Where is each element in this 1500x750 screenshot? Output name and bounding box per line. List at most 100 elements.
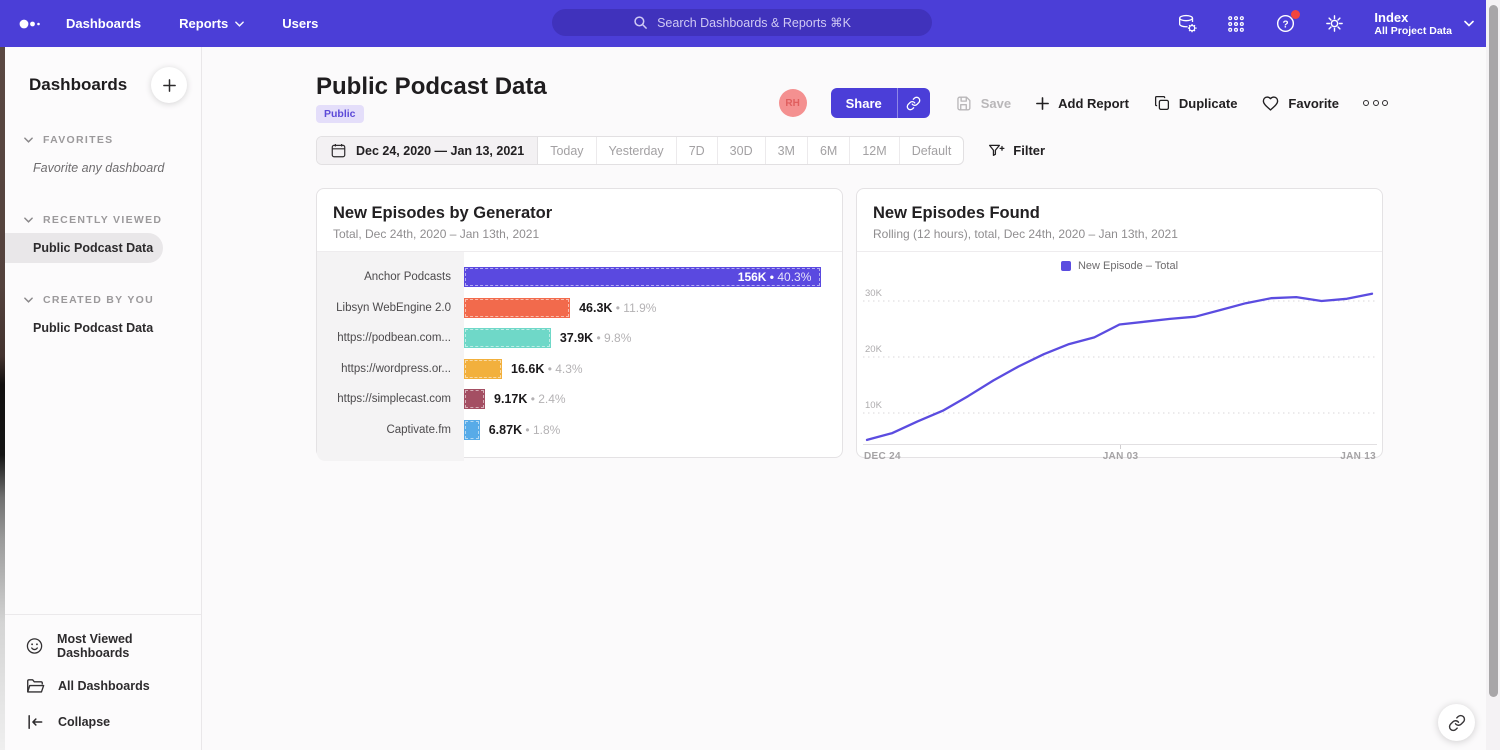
date-preset-today[interactable]: Today bbox=[538, 137, 596, 164]
bar-value-label: 9.17K • 2.4% bbox=[494, 384, 566, 415]
sidebar-item-most-viewed[interactable]: Most Viewed Dashboards bbox=[5, 624, 201, 668]
sidebar-section-label: CREATED BY YOU bbox=[43, 294, 154, 306]
bar-segment[interactable] bbox=[464, 359, 502, 379]
card-subtitle: Rolling (12 hours), total, Dec 24th, 202… bbox=[873, 227, 1366, 241]
card-new-episodes-found: New Episodes Found Rolling (12 hours), t… bbox=[856, 188, 1383, 458]
chevron-down-icon bbox=[24, 297, 33, 303]
sidebar-item[interactable]: Public Podcast Data bbox=[5, 233, 163, 263]
settings-button[interactable] bbox=[1323, 13, 1345, 35]
sidebar-collapse-button[interactable]: Collapse bbox=[5, 704, 201, 740]
bar-pct: 4.3% bbox=[555, 362, 582, 376]
share-link-button[interactable] bbox=[897, 88, 930, 118]
bar-value-label: 156K • 40.3% bbox=[738, 267, 812, 287]
more-options-button[interactable] bbox=[1363, 100, 1388, 106]
x-tick-mark bbox=[1120, 445, 1121, 449]
bar-category-label: https://podbean.com... bbox=[317, 332, 464, 344]
save-button[interactable]: Save bbox=[954, 94, 1011, 113]
bar-value-label: 16.6K • 4.3% bbox=[511, 354, 583, 385]
bar-row: Anchor Podcasts156K • 40.3% bbox=[317, 262, 842, 293]
nav-item-dashboards[interactable]: Dashboards bbox=[66, 16, 141, 31]
bar-area: 37.9K • 9.8% bbox=[464, 323, 842, 354]
bar-pct: 2.4% bbox=[538, 392, 565, 406]
y-tick-label: 10K bbox=[865, 400, 883, 411]
topbar-nav: Dashboards Reports Users bbox=[66, 16, 318, 31]
sidebar-item-all-dashboards[interactable]: All Dashboards bbox=[5, 668, 201, 704]
line-series bbox=[867, 294, 1372, 440]
bar-area: 16.6K • 4.3% bbox=[464, 354, 842, 385]
project-selector[interactable]: Index All Project Data bbox=[1374, 10, 1474, 38]
copy-link-fab[interactable] bbox=[1438, 704, 1475, 741]
sidebar-footer-label: Most Viewed Dashboards bbox=[57, 632, 201, 660]
separator: • bbox=[527, 392, 538, 406]
bar-row: https://wordpress.or... 16.6K • 4.3% bbox=[317, 354, 842, 385]
date-preset-7d[interactable]: 7D bbox=[677, 137, 718, 164]
save-icon bbox=[954, 94, 973, 113]
bar-value: 6.87K bbox=[489, 423, 522, 437]
bar-segment[interactable] bbox=[464, 298, 570, 318]
chevron-down-icon bbox=[235, 21, 244, 27]
bar-value-label: 46.3K • 11.9% bbox=[579, 293, 656, 324]
date-range-button[interactable]: Dec 24, 2020 — Jan 13, 2021 bbox=[317, 137, 538, 164]
bar-value: 37.9K bbox=[560, 331, 593, 345]
folder-icon bbox=[25, 676, 45, 696]
search-icon bbox=[633, 15, 648, 30]
bar-segment[interactable] bbox=[464, 389, 485, 409]
search-input[interactable]: Search Dashboards & Reports ⌘K bbox=[552, 9, 932, 36]
bar-category-label: https://wordpress.or... bbox=[317, 363, 464, 375]
scrollbar-track[interactable] bbox=[1486, 0, 1500, 750]
app-logo-icon[interactable] bbox=[18, 17, 58, 31]
nav-item-label: Reports bbox=[179, 16, 228, 31]
separator: • bbox=[544, 362, 555, 376]
add-report-button[interactable]: Add Report bbox=[1035, 96, 1129, 111]
date-preset-3m[interactable]: 3M bbox=[766, 137, 808, 164]
bar-segment[interactable]: 156K • 40.3% bbox=[464, 267, 821, 287]
bar-chart: Anchor Podcasts156K • 40.3%Libsyn WebEng… bbox=[317, 252, 842, 461]
nav-item-reports[interactable]: Reports bbox=[179, 16, 244, 31]
scrollbar-thumb[interactable] bbox=[1489, 5, 1498, 697]
chevron-down-icon bbox=[24, 217, 33, 223]
y-tick-label: 20K bbox=[865, 344, 883, 355]
date-preset-default[interactable]: Default bbox=[900, 137, 964, 164]
add-report-label: Add Report bbox=[1058, 96, 1129, 111]
bar-row: Captivate.fm6.87K • 1.8% bbox=[317, 415, 842, 446]
bar-segment[interactable] bbox=[464, 328, 551, 348]
card-title: New Episodes Found bbox=[873, 204, 1366, 223]
bar-area: 46.3K • 11.9% bbox=[464, 293, 842, 324]
sidebar-item[interactable]: Public Podcast Data bbox=[5, 313, 201, 343]
bar-segment[interactable] bbox=[464, 420, 480, 440]
data-sources-button[interactable] bbox=[1176, 13, 1198, 35]
sidebar-section-header[interactable]: CREATED BY YOU bbox=[5, 294, 201, 306]
date-presets: TodayYesterday7D30D3M6M12MDefault bbox=[538, 137, 963, 164]
gear-icon bbox=[1324, 13, 1345, 34]
date-preset-12m[interactable]: 12M bbox=[850, 137, 899, 164]
separator: • bbox=[522, 423, 533, 437]
plus-icon bbox=[162, 78, 177, 93]
sidebar-section-header[interactable]: FAVORITES bbox=[5, 134, 201, 146]
date-preset-30d[interactable]: 30D bbox=[718, 137, 766, 164]
bar-area: 156K • 40.3% bbox=[464, 262, 842, 293]
sidebar-section-header[interactable]: RECENTLY VIEWED bbox=[5, 214, 201, 226]
separator: • bbox=[593, 331, 604, 345]
help-button[interactable]: ? bbox=[1274, 13, 1296, 35]
chevron-down-icon bbox=[1464, 20, 1474, 27]
filter-button[interactable]: Filter bbox=[987, 142, 1045, 160]
app-grid-icon bbox=[1226, 14, 1246, 34]
share-button[interactable]: Share bbox=[831, 88, 897, 118]
header-actions: RH Share Save Add Report Duplicate bbox=[779, 88, 1388, 118]
date-preset-6m[interactable]: 6M bbox=[808, 137, 850, 164]
bar-pct: 11.9% bbox=[623, 301, 656, 315]
nav-item-users[interactable]: Users bbox=[282, 16, 318, 31]
date-preset-yesterday[interactable]: Yesterday bbox=[597, 137, 677, 164]
apps-button[interactable] bbox=[1225, 13, 1247, 35]
project-selector-project: All Project Data bbox=[1374, 25, 1452, 38]
topbar-right: ? Index All Project Data bbox=[1176, 0, 1474, 47]
sidebar-item[interactable]: Favorite any dashboard bbox=[5, 153, 201, 183]
new-dashboard-button[interactable] bbox=[151, 67, 187, 103]
duplicate-button[interactable]: Duplicate bbox=[1153, 94, 1238, 112]
x-tick-label: JAN 13 bbox=[1340, 451, 1376, 462]
legend-swatch bbox=[1061, 261, 1071, 271]
date-range-group: Dec 24, 2020 — Jan 13, 2021 TodayYesterd… bbox=[316, 136, 964, 165]
avatar[interactable]: RH bbox=[779, 89, 807, 117]
date-range-label: Dec 24, 2020 — Jan 13, 2021 bbox=[356, 144, 524, 158]
favorite-button[interactable]: Favorite bbox=[1261, 94, 1339, 112]
